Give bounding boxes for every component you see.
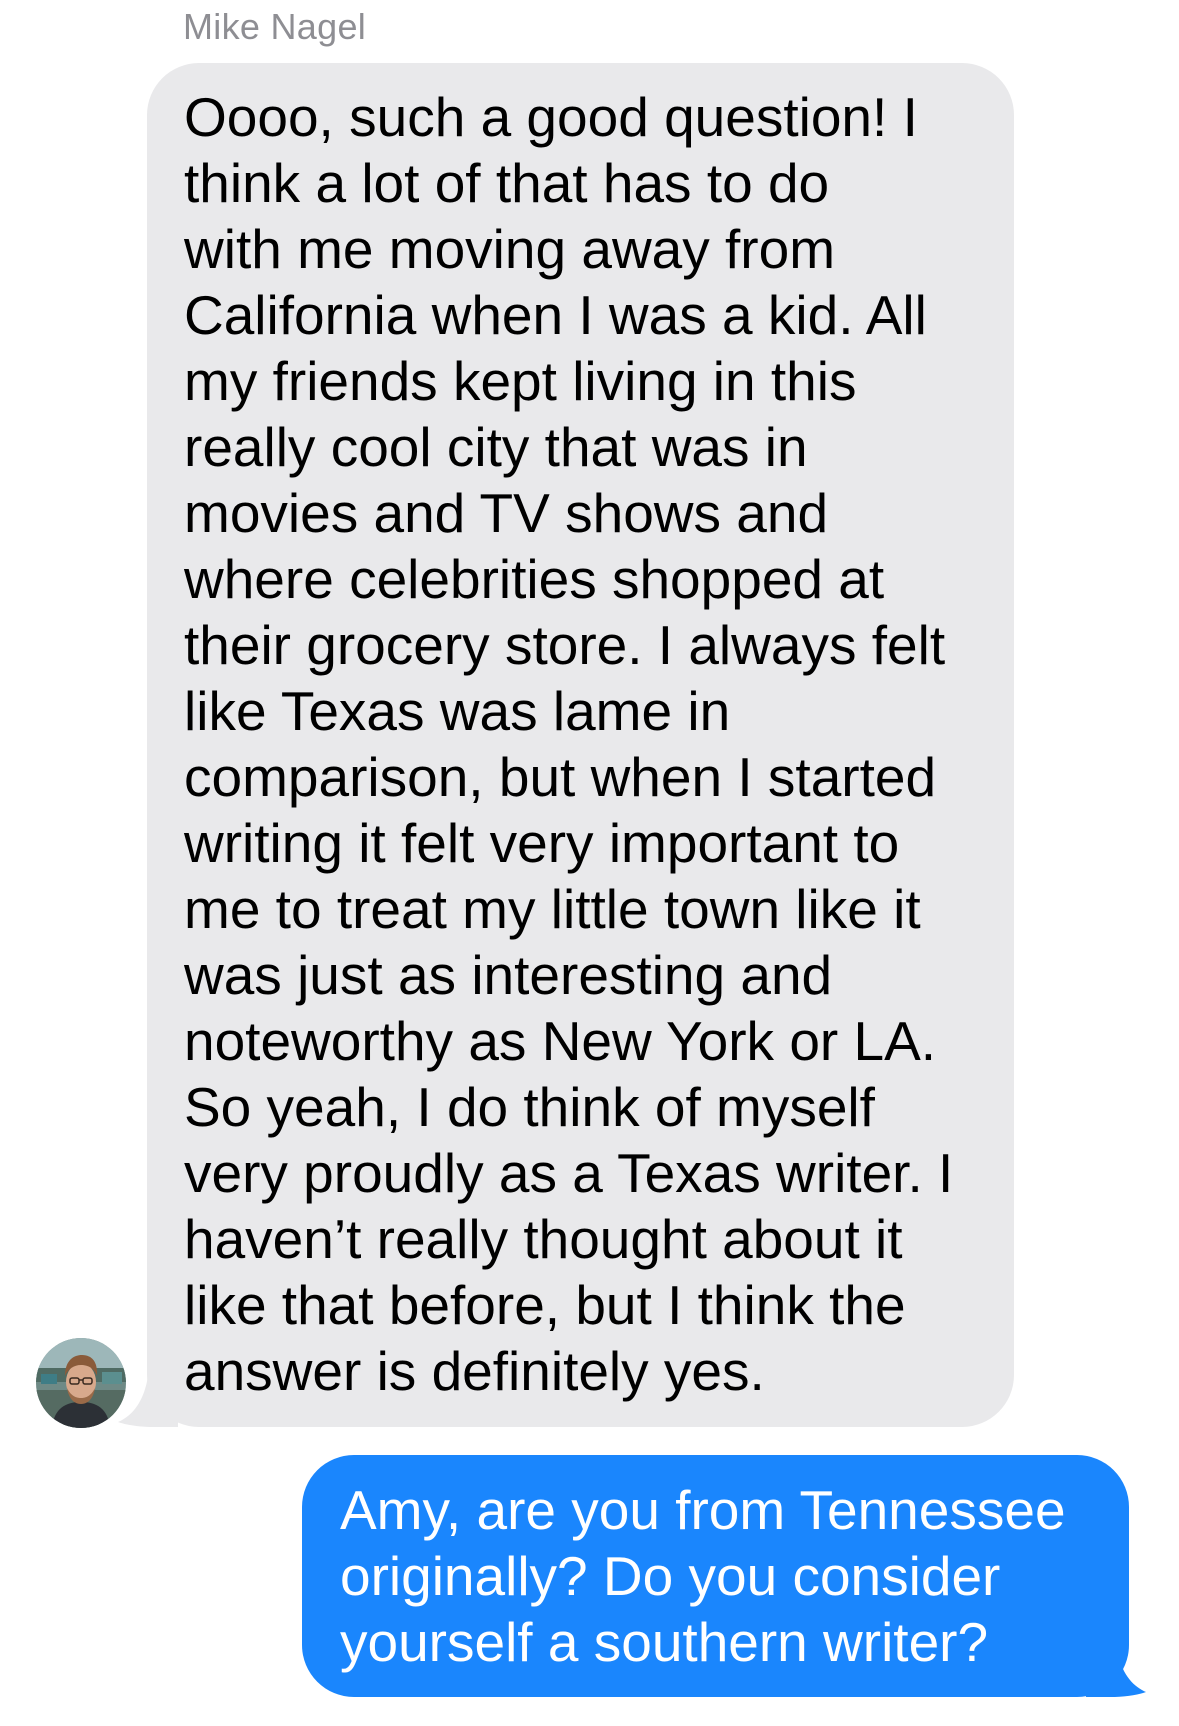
avatar-photo-icon[interactable] xyxy=(36,1338,126,1428)
sender-name: Mike Nagel xyxy=(183,6,367,47)
incoming-message-bubble[interactable]: Oooo, such a good question! I think a lo… xyxy=(147,63,1014,1427)
outgoing-message-bubble[interactable]: Amy, are you from Tennessee originally? … xyxy=(302,1455,1129,1697)
avatar-image xyxy=(36,1338,126,1428)
